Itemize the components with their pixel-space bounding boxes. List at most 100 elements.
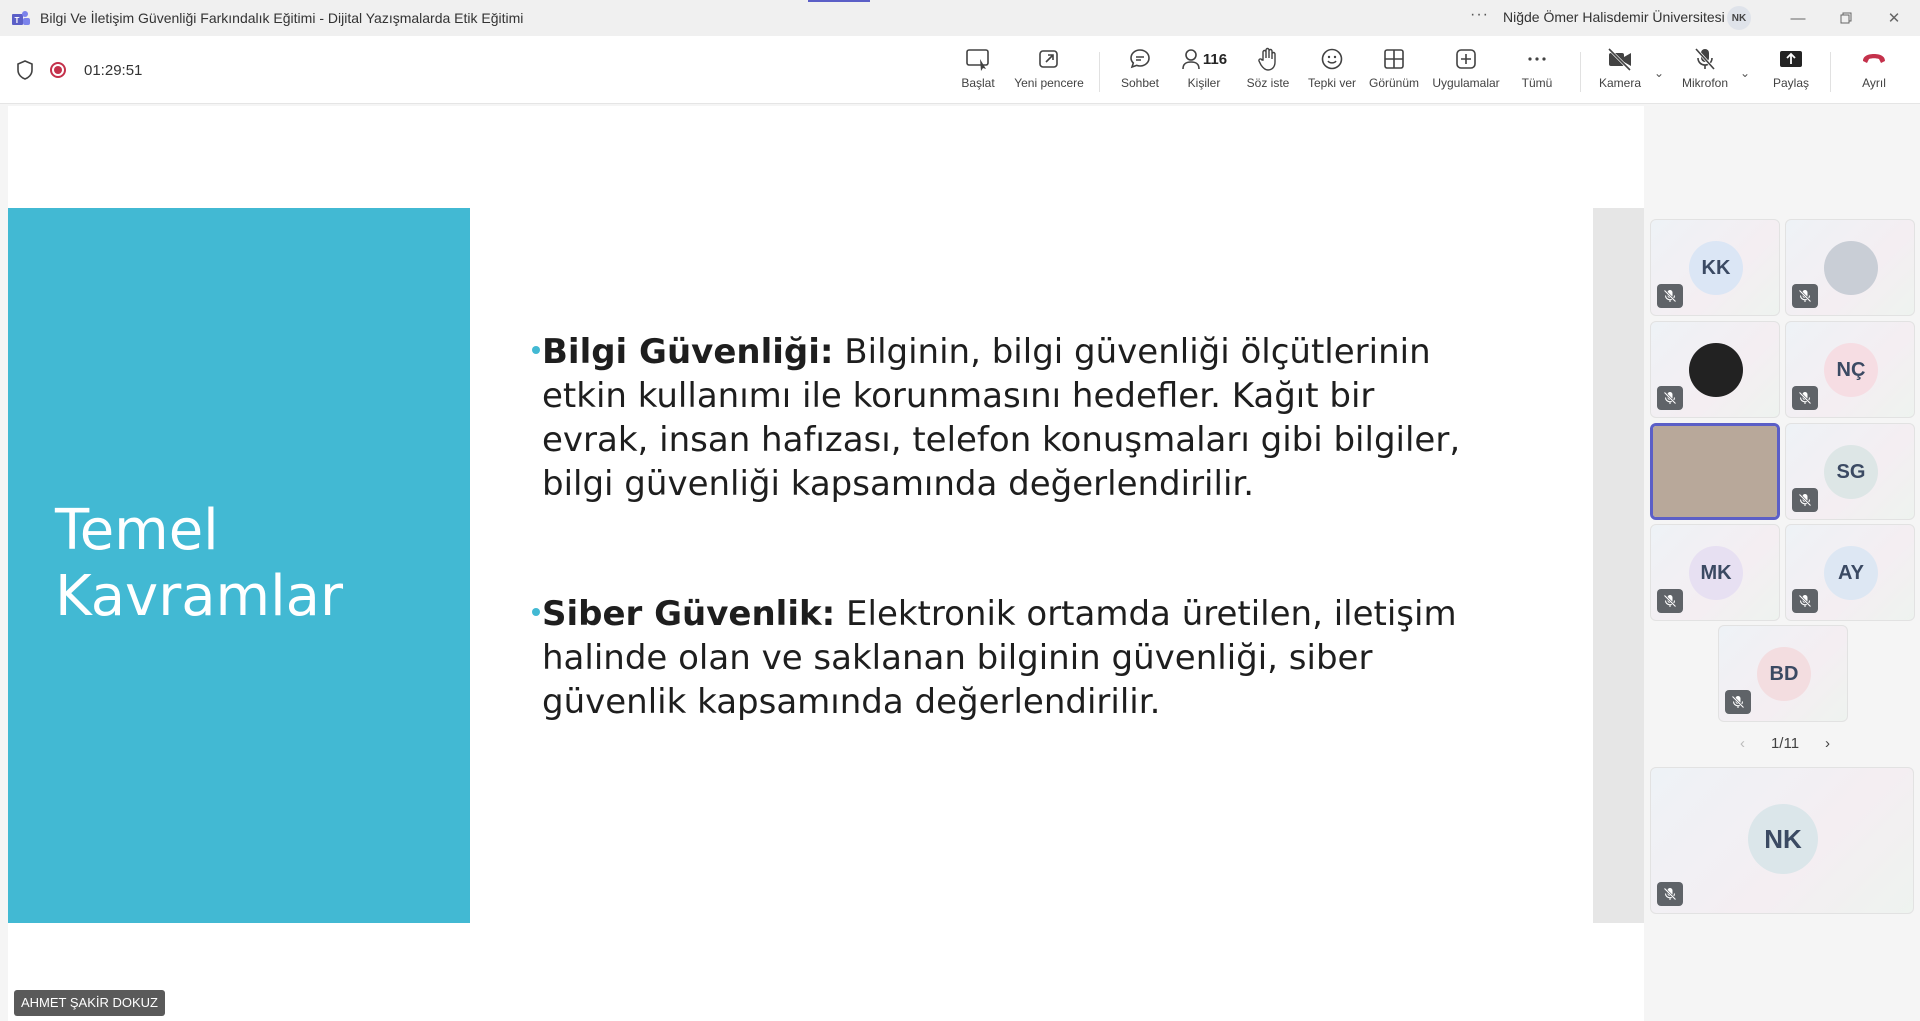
close-icon[interactable]: ✕ xyxy=(1874,4,1914,32)
add-app-icon xyxy=(1456,49,1476,69)
meeting-toolbar: 01:29:51 Başlat Yeni pencere Sohbet 116 … xyxy=(0,36,1920,104)
camera-label: Kamera xyxy=(1598,76,1642,90)
mic-options-chevron-icon[interactable]: ⌄ xyxy=(1740,66,1750,80)
emoji-icon xyxy=(1321,48,1343,70)
react-label: Tepki ver xyxy=(1307,76,1357,90)
slide-bullet: Bilgi Güvenliği: Bilginin, bilgi güvenli… xyxy=(532,330,1482,506)
account-avatar[interactable]: NK xyxy=(1727,6,1751,30)
svg-text:T: T xyxy=(15,16,20,25)
recording-icon xyxy=(50,62,66,78)
people-count: 116 xyxy=(1202,50,1228,68)
people-icon xyxy=(1182,49,1200,70)
apps-button[interactable]: Uygulamalar xyxy=(1430,46,1502,98)
mic-off-icon xyxy=(1694,47,1716,71)
slide-heading-line1: Temel xyxy=(55,498,219,563)
raise-hand-button[interactable]: Söz iste xyxy=(1232,46,1304,98)
slide-title-panel: Temel Kavramlar xyxy=(8,208,470,923)
avatar: NÇ xyxy=(1824,343,1878,397)
muted-mic-icon xyxy=(1657,386,1683,410)
new-window-button[interactable]: Yeni pencere xyxy=(1013,46,1085,98)
toolbar-divider xyxy=(1580,52,1581,92)
bullet-term: Bilgi Güvenliği: xyxy=(542,332,834,372)
participant-tile[interactable] xyxy=(1650,423,1780,520)
participant-tile[interactable]: BD xyxy=(1718,625,1848,722)
shield-icon[interactable] xyxy=(16,60,34,80)
hand-icon xyxy=(1258,47,1276,71)
view-label: Görünüm xyxy=(1368,76,1420,90)
toolbar-divider xyxy=(1099,52,1100,92)
start-button[interactable]: Başlat xyxy=(942,46,1014,98)
presenter-name-tag: AHMET ŞAKİR DOKUZ xyxy=(14,990,166,1016)
muted-mic-icon xyxy=(1792,589,1818,613)
share-button[interactable]: Paylaş xyxy=(1755,46,1827,98)
people-label: Kişiler xyxy=(1187,76,1221,90)
more-icon[interactable]: ··· xyxy=(1470,6,1489,24)
view-button[interactable]: Görünüm xyxy=(1358,46,1430,98)
new-window-label: Yeni pencere xyxy=(1014,76,1084,90)
leave-label: Ayrıl xyxy=(1862,76,1886,90)
participant-tile[interactable] xyxy=(1785,219,1915,316)
participant-video xyxy=(1653,426,1777,517)
camera-button[interactable]: Kamera xyxy=(1584,46,1656,98)
apps-label: Uygulamalar xyxy=(1432,76,1500,90)
muted-mic-icon xyxy=(1657,284,1683,308)
window-title: Bilgi Ve İletişim Güvenliği Farkındalık … xyxy=(40,10,524,26)
muted-mic-icon xyxy=(1725,690,1751,714)
avatar: NK xyxy=(1748,804,1818,874)
mic-button[interactable]: Mikrofon xyxy=(1669,46,1741,98)
avatar: MK xyxy=(1689,546,1743,600)
gallery-pager: ‹ 1/11 › xyxy=(1740,735,1830,752)
chat-button[interactable]: Sohbet xyxy=(1104,46,1176,98)
grid-view-icon xyxy=(1384,49,1404,69)
share-icon xyxy=(1780,51,1802,67)
avatar: AY xyxy=(1824,546,1878,600)
start-label: Başlat xyxy=(961,76,995,90)
organization-name: Niğde Ömer Halisdemir Üniversitesi xyxy=(1503,9,1725,25)
muted-mic-icon xyxy=(1657,589,1683,613)
avatar xyxy=(1824,241,1878,295)
teams-icon: T xyxy=(12,11,30,25)
people-button[interactable]: 116 Kişiler xyxy=(1168,46,1240,98)
next-page-chevron-icon[interactable]: › xyxy=(1825,735,1830,752)
participant-tile[interactable]: AY xyxy=(1785,524,1915,621)
toolbar-divider xyxy=(1830,52,1831,92)
more-label: Tümü xyxy=(1521,76,1553,90)
title-bar: T Bilgi Ve İletişim Güvenliği Farkındalı… xyxy=(0,0,1920,36)
bullet-term: Siber Güvenlik: xyxy=(542,594,836,634)
more-button[interactable]: Tümü xyxy=(1501,46,1573,98)
title-accent xyxy=(808,0,870,2)
avatar xyxy=(1689,343,1743,397)
muted-mic-icon xyxy=(1792,488,1818,512)
bullet-dot xyxy=(532,346,540,354)
muted-mic-icon xyxy=(1792,386,1818,410)
slide-heading-line2: Kavramlar xyxy=(55,564,343,629)
muted-mic-icon xyxy=(1657,882,1683,906)
mic-label: Mikrofon xyxy=(1681,76,1728,90)
more-dots-icon xyxy=(1528,57,1546,61)
participant-tile[interactable]: MK xyxy=(1650,524,1780,621)
previous-page-chevron-icon[interactable]: ‹ xyxy=(1740,735,1745,752)
leave-button[interactable]: Ayrıl xyxy=(1838,46,1910,98)
screen-start-icon xyxy=(966,49,989,71)
bullet-dot xyxy=(532,608,540,616)
popout-icon xyxy=(1039,50,1058,68)
avatar: SG xyxy=(1824,445,1878,499)
chat-icon xyxy=(1130,49,1150,69)
restore-icon[interactable] xyxy=(1826,4,1866,32)
avatar: KK xyxy=(1689,241,1743,295)
participant-tile[interactable]: SG xyxy=(1785,423,1915,520)
participant-tile[interactable]: NÇ xyxy=(1785,321,1915,418)
participant-tile[interactable]: KK xyxy=(1650,219,1780,316)
hang-up-icon xyxy=(1863,54,1885,63)
self-view-tile[interactable]: NK xyxy=(1650,767,1914,914)
share-label: Paylaş xyxy=(1772,76,1810,90)
participant-tile[interactable] xyxy=(1650,321,1780,418)
slide-edge xyxy=(1593,208,1644,923)
raise-hand-label: Söz iste xyxy=(1246,76,1290,90)
page-indicator: 1/11 xyxy=(1770,735,1800,752)
meeting-timer: 01:29:51 xyxy=(84,62,143,79)
camera-options-chevron-icon[interactable]: ⌄ xyxy=(1654,66,1664,80)
minimize-icon[interactable]: — xyxy=(1778,4,1818,32)
camera-off-icon xyxy=(1607,47,1632,71)
slide-bullet: Siber Güvenlik: Elektronik ortamda üreti… xyxy=(532,592,1482,724)
